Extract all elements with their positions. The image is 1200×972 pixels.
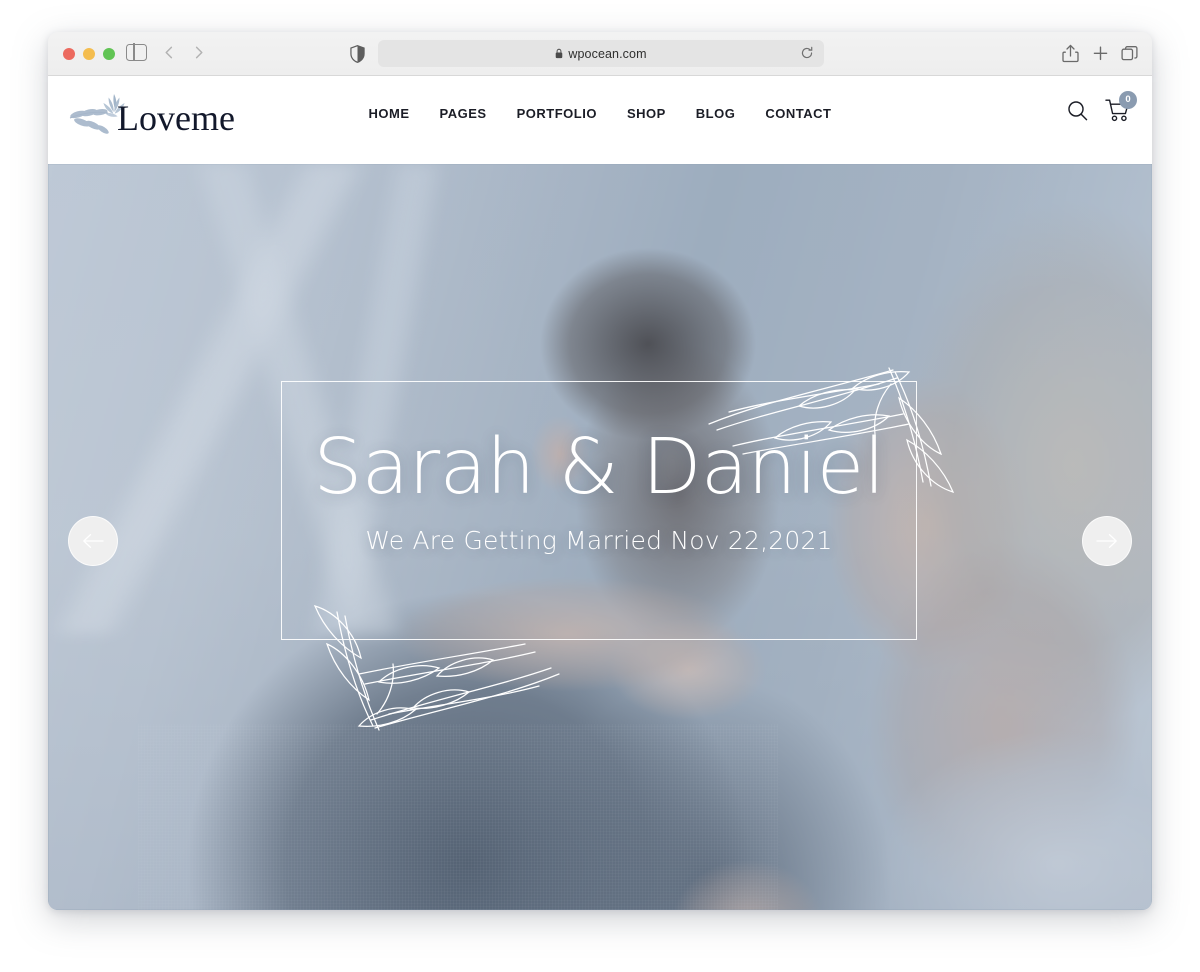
back-icon[interactable] xyxy=(162,45,177,60)
slider-next-button[interactable] xyxy=(1082,516,1132,566)
hero-title: Sarah & Daniel xyxy=(313,423,885,512)
close-window-button[interactable] xyxy=(63,48,75,60)
nav-item-portfolio[interactable]: PORTFOLIO xyxy=(515,102,599,125)
forward-icon[interactable] xyxy=(191,45,206,60)
main-navigation: HOME PAGES PORTFOLIO SHOP BLOG CONTACT xyxy=(48,102,1152,125)
nav-item-blog[interactable]: BLOG xyxy=(694,102,738,125)
hero-slider: Sarah & Daniel We Are Getting Married No… xyxy=(48,164,1152,910)
nav-item-shop[interactable]: SHOP xyxy=(625,102,668,125)
slider-previous-button[interactable] xyxy=(68,516,118,566)
hero-subtitle: We Are Getting Married Nov 22,2021 xyxy=(365,526,833,555)
address-bar[interactable]: wpocean.com xyxy=(378,40,824,67)
reload-icon[interactable] xyxy=(800,46,814,60)
page-viewport: Loveme HOME PAGES PORTFOLIO SHOP BLOG CO… xyxy=(48,76,1152,910)
shopping-cart-icon[interactable]: 0 xyxy=(1105,91,1137,123)
nav-item-pages[interactable]: PAGES xyxy=(438,102,489,125)
privacy-shield-icon[interactable] xyxy=(350,45,365,63)
nav-item-home[interactable]: HOME xyxy=(367,102,412,125)
search-icon[interactable] xyxy=(1067,100,1088,121)
maximize-window-button[interactable] xyxy=(103,48,115,60)
lock-icon xyxy=(555,48,563,59)
nav-item-contact[interactable]: CONTACT xyxy=(763,102,833,125)
browser-window: wpocean.com Loveme HOME PAGES PORTFOLIO … xyxy=(48,32,1152,910)
sidebar-toggle-icon[interactable] xyxy=(126,43,147,61)
new-tab-icon[interactable] xyxy=(1092,44,1109,63)
share-icon[interactable] xyxy=(1062,44,1079,63)
address-bar-url: wpocean.com xyxy=(568,46,647,61)
show-tabs-icon[interactable] xyxy=(1121,44,1138,63)
window-controls xyxy=(63,48,115,60)
hero-caption-frame: Sarah & Daniel We Are Getting Married No… xyxy=(281,381,917,640)
header-actions: 0 xyxy=(1067,91,1137,123)
cart-count-badge: 0 xyxy=(1119,91,1137,109)
site-header: Loveme HOME PAGES PORTFOLIO SHOP BLOG CO… xyxy=(48,76,1152,164)
browser-toolbar: wpocean.com xyxy=(48,32,1152,76)
minimize-window-button[interactable] xyxy=(83,48,95,60)
